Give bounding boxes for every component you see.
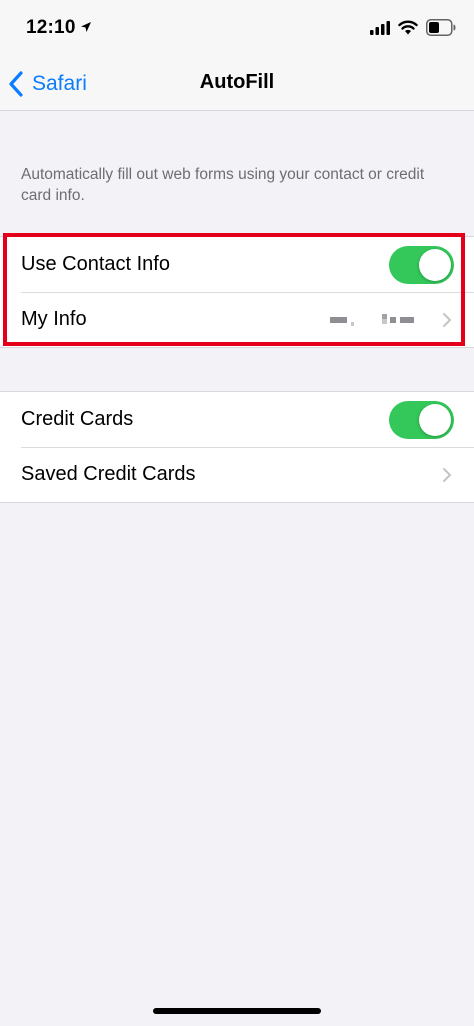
use-contact-info-toggle[interactable]	[389, 246, 454, 284]
wifi-icon	[398, 20, 418, 35]
credit-cards-label: Credit Cards	[21, 408, 134, 430]
battery-icon	[426, 19, 456, 36]
credit-cards-toggle[interactable]	[389, 401, 454, 439]
my-info-row[interactable]: My Info	[0, 292, 474, 347]
chevron-right-icon	[443, 468, 451, 482]
credit-cards-group: Credit Cards Saved Credit Cards	[0, 391, 474, 503]
status-bar: 12:10	[0, 0, 474, 58]
saved-credit-cards-label: Saved Credit Cards	[21, 463, 196, 485]
home-indicator[interactable]	[153, 1008, 321, 1014]
toggle-knob	[419, 249, 451, 281]
my-info-label: My Info	[21, 308, 87, 330]
redacted-contact-name	[330, 314, 414, 326]
chevron-right-icon	[443, 313, 451, 327]
location-arrow-icon	[81, 22, 91, 32]
contact-info-group: Use Contact Info My Info	[0, 236, 474, 348]
cellular-signal-icon	[370, 21, 390, 35]
navigation-bar: Safari AutoFill	[0, 58, 474, 111]
toggle-knob	[419, 404, 451, 436]
status-time: 12:10	[26, 17, 76, 38]
autofill-description: Automatically fill out web forms using y…	[21, 166, 425, 204]
page-title: AutoFill	[199, 71, 275, 93]
credit-cards-row: Credit Cards	[0, 392, 474, 447]
use-contact-info-label: Use Contact Info	[21, 253, 170, 275]
use-contact-info-row: Use Contact Info	[0, 237, 474, 292]
saved-credit-cards-row[interactable]: Saved Credit Cards	[0, 447, 474, 502]
